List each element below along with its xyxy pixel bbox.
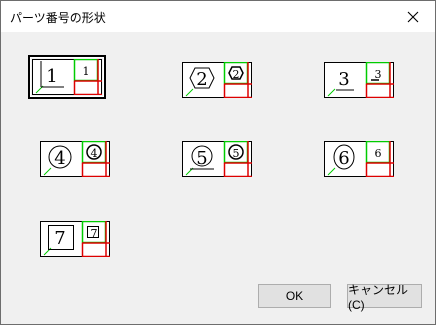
- shape-preview: 77: [40, 221, 110, 257]
- shape-number-label: 4: [54, 148, 65, 169]
- shape-small-number-label: 3: [375, 68, 382, 81]
- shape-preview: 44: [40, 141, 110, 177]
- shape-number-label: 3: [338, 69, 349, 90]
- parts-number-shape-dialog: パーツ番号の形状 11 22 33 44 55 66 77 OK キャンセル(C…: [0, 0, 436, 325]
- shape-number-label: 2: [196, 69, 207, 90]
- window-title: パーツ番号の形状: [10, 11, 106, 25]
- shape-options-panel: 11 22 33 44 55 66 77: [6, 33, 432, 287]
- shape-number-label: 7: [54, 228, 65, 249]
- close-icon: [407, 11, 419, 22]
- shape-small-number-label: 7: [91, 227, 98, 240]
- ok-button[interactable]: OK: [258, 284, 331, 308]
- shape-preview: 55: [182, 141, 252, 177]
- shape-number-label: 5: [196, 148, 207, 169]
- shape-small-number-label: 2: [233, 68, 240, 81]
- shape-number-label: 6: [338, 148, 349, 169]
- shape-preview: 66: [324, 141, 394, 177]
- shape-number-label: 1: [46, 66, 57, 87]
- shape-option-box[interactable]: 77: [40, 221, 110, 257]
- title-bar: パーツ番号の形状: [1, 1, 435, 32]
- shape-option-circle[interactable]: 44: [40, 141, 110, 177]
- cancel-button[interactable]: キャンセル(C): [347, 283, 422, 312]
- shape-option-square[interactable]: 11: [28, 55, 106, 99]
- shape-option-ellipse[interactable]: 66: [324, 141, 394, 177]
- shape-option-underline[interactable]: 33: [324, 62, 394, 98]
- shape-option-circle-underline[interactable]: 55: [182, 141, 252, 177]
- shape-small-number-label: 6: [375, 147, 382, 160]
- shape-small-number-label: 5: [233, 147, 240, 160]
- shape-preview: 22: [182, 62, 252, 98]
- shape-preview: 11: [32, 59, 102, 95]
- shape-small-number-label: 1: [83, 65, 90, 78]
- shape-small-number-label: 4: [91, 147, 98, 160]
- shape-preview: 33: [324, 62, 394, 98]
- shape-option-hexagon[interactable]: 22: [182, 62, 252, 98]
- close-button[interactable]: [391, 1, 435, 32]
